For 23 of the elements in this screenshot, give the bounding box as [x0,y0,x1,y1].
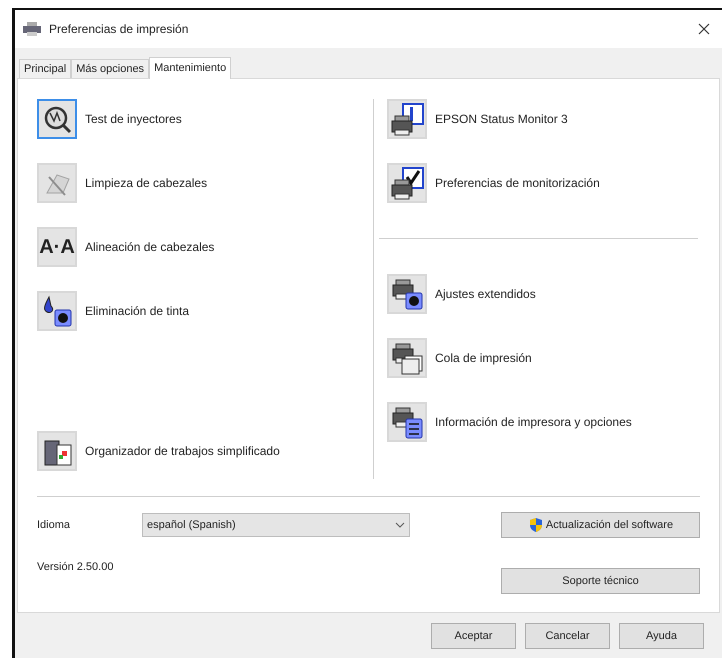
language-label: Idioma [37,518,72,533]
dialog-button[interactable]: Cancelar [525,623,610,649]
support-button[interactable]: Soporte técnico [501,568,700,594]
tool-label[interactable]: Preferencias de monitorización [435,174,600,192]
tool-button[interactable]: A·A [37,227,77,267]
language-dropdown[interactable]: español (Spanish) [142,513,410,537]
tool-label[interactable]: Ajustes extendidos [435,285,536,303]
tab[interactable]: Principal [19,59,72,78]
tab[interactable]: Mantenimiento [149,57,232,79]
tool-label[interactable]: Alineación de cabezales [85,238,214,256]
window-title: Preferencias de impresión [49,21,188,38]
version-text: Versión 2.50.00 [37,560,114,575]
tool-label[interactable]: Organizador de trabajos simplificado [85,442,280,460]
dialog-button[interactable]: Aceptar [431,623,516,649]
tool-label[interactable]: Cola de impresión [435,349,532,367]
tool-label[interactable]: Eliminación de tinta [85,302,190,320]
dialog-button[interactable]: Ayuda [619,623,704,649]
tab[interactable]: Más opciones [71,59,150,78]
tool-label[interactable]: Test de inyectores [85,110,182,128]
tool-label[interactable]: Limpieza de cabezales [85,174,208,192]
tool-label[interactable]: Información de impresora y opciones [435,413,632,431]
software-update-button[interactable]: Actualización del software [501,512,700,538]
tool-label[interactable]: EPSON Status Monitor 3 [435,110,568,128]
